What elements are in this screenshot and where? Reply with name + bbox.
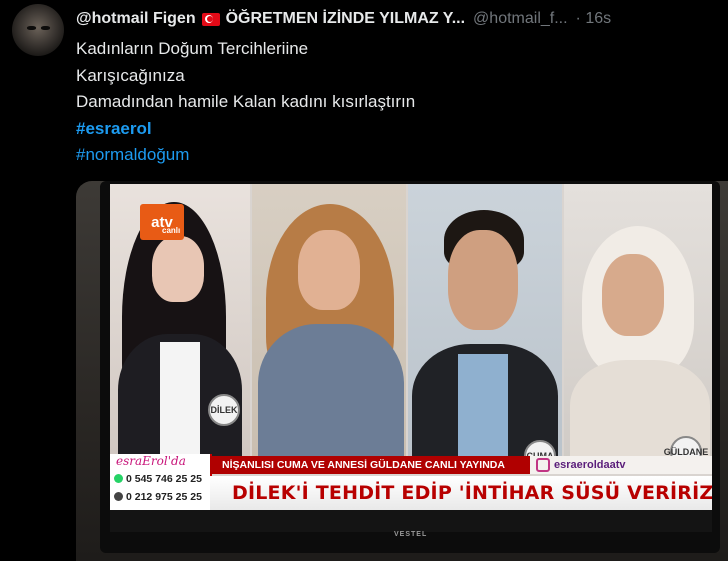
avatar[interactable] [12,4,64,56]
instagram-icon [536,458,550,472]
turkey-flag-icon [201,12,220,26]
avatar-eye [27,26,36,30]
tweet-text-line: Kadınların Doğum Tercihleriine [76,39,309,58]
tweet-header: @hotmail Figen ÖĞRETMEN İZİNDE YILMAZ Y.… [76,8,718,30]
phone-line: 0 545 746 25 25 [114,473,202,485]
instagram-text: esraeroldaatv [554,459,626,471]
phone-number: 0 545 746 25 25 [126,473,202,485]
user-handle[interactable]: @hotmail_f... [473,10,568,28]
ticker-strip: NİŞANLISI CUMA VE ANNESİ GÜLDANE CANLI Y… [210,456,542,474]
guest-panel: GÜLDANE [564,184,712,474]
tweet-text-line: Damadından hamile Kalan kadını kısırlaşt… [76,92,416,111]
avatar-eye [41,26,50,30]
show-logo: esraErol'da [116,454,186,468]
phone-icon [114,492,123,501]
tv-bezel-bottom [110,510,712,532]
hashtag-link[interactable]: #normaldoğum [76,142,415,169]
whatsapp-icon [114,474,123,483]
display-name[interactable]: @hotmail Figen [76,10,196,28]
display-name-suffix[interactable]: ÖĞRETMEN İZİNDE YILMAZ Y... [226,10,465,28]
tweet-text: Kadınların Doğum Tercihleriine Karışıcağ… [76,36,415,169]
lower-third: esraErol'da 0 545 746 25 25 0 212 975 25… [110,454,712,532]
tweet-media-photo[interactable]: DİLEK CUMA GÜLDA [76,181,728,561]
name-tag: DİLEK [208,394,240,426]
tv-brand: VESTEL [394,531,428,538]
guest-panel: CUMA [408,184,562,474]
tweet[interactable]: @hotmail Figen ÖĞRETMEN İZİNDE YILMAZ Y.… [0,0,728,561]
phone-line: 0 212 975 25 25 [114,491,202,503]
headline: DİLEK'İ TEHDİT EDİP 'İNTİHAR SÜSÜ VERİRİ… [210,476,712,510]
tweet-text-line: Karışıcağınıza [76,65,185,85]
timestamp[interactable]: · 16s [576,10,612,28]
tv-frame: DİLEK CUMA GÜLDA [100,181,720,553]
hashtag-link[interactable]: #esraerol [76,116,415,143]
phone-box: esraErol'da 0 545 746 25 25 0 212 975 25… [110,454,212,510]
tv-screen: DİLEK CUMA GÜLDA [110,184,712,532]
instagram-handle: esraeroldaatv [530,456,712,474]
phone-number: 0 212 975 25 25 [126,491,202,503]
guest-panel [252,184,406,474]
channel-sub: canlı [162,226,181,235]
